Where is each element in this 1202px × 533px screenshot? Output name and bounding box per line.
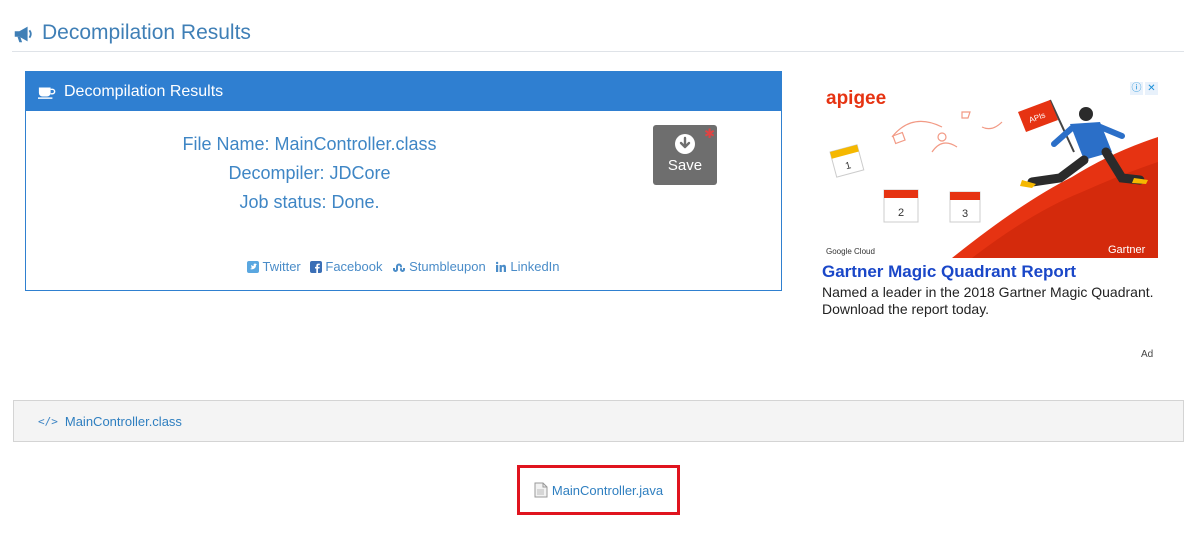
coffee-cup-icon [38,87,56,99]
class-file-link[interactable]: MainController.class [65,414,182,429]
share-twitter-label: Twitter [262,259,301,274]
ad-close-icon[interactable]: ✕ [1145,82,1158,95]
google-cloud-logo: Google Cloud [826,247,875,256]
job-status-text: Job status: Done. [239,192,380,212]
job-info: File Name: MainController.class Decompil… [26,130,593,217]
share-linkedin-link[interactable]: LinkedIn [495,259,560,274]
file-name-text: File Name: MainController.class [182,134,437,154]
calendar-day-3: 3 [962,208,968,220]
share-linkedin-label: LinkedIn [510,259,560,274]
stumbleupon-icon [393,263,406,272]
panel-title: Decompilation Results [64,82,224,100]
share-facebook-label: Facebook [325,259,383,274]
ad-title[interactable]: Gartner Magic Quadrant Report [822,262,1158,282]
share-twitter-link[interactable]: Twitter [247,259,301,274]
ad-description: Named a leader in the 2018 Gartner Magic… [822,284,1154,317]
java-file-link[interactable]: MainController.java [534,482,663,498]
calendar-day-2: 2 [898,207,904,219]
share-links: Twitter Facebook Stumbleupon LinkedIn [26,259,781,276]
gartner-logo: Gartner [1108,244,1146,256]
java-file-highlight: MainController.java [517,465,680,515]
share-facebook-link[interactable]: Facebook [310,259,382,274]
page-header: Decompilation Results [12,18,1184,52]
save-label: Save [667,157,703,174]
code-icon: </> [38,414,58,428]
page-title: Decompilation Results [42,21,251,44]
share-stumbleupon-link[interactable]: Stumbleupon [392,259,486,274]
save-button[interactable]: ✱ Save [653,125,717,185]
download-circle-icon [675,134,695,154]
results-panel: Decompilation Results File Name: MainCon… [25,71,782,291]
file-icon [534,482,548,498]
ad-label: Ad [1141,349,1154,360]
advertisement[interactable]: 1 2 3 APIs apigee Google Cloud Gartner ⓘ… [822,82,1158,318]
facebook-icon [310,260,323,273]
new-badge-icon: ✱ [704,126,715,141]
ad-choices[interactable]: ⓘ ✕ [1130,82,1158,95]
calendar-icons: 1 2 3 [829,144,981,223]
panel-heading: Decompilation Results [26,72,781,111]
share-stumbleupon-label: Stumbleupon [409,259,486,274]
decompiler-text: Decompiler: JDCore [228,163,391,183]
ad-banner-image[interactable]: 1 2 3 APIs apigee Google Cloud Gartner ⓘ… [822,82,1158,258]
class-file-tab[interactable]: </> MainController.class [13,400,1184,442]
java-file-label: MainController.java [551,482,664,498]
flag-icon: APIs [1018,99,1075,153]
twitter-icon [247,260,260,273]
ad-illustration: 1 2 3 APIs apigee Google Cloud Gartner [826,88,1158,258]
linkedin-icon [496,261,507,272]
ad-brand-logo: apigee [826,88,886,109]
megaphone-icon [14,26,32,43]
ad-info-icon[interactable]: ⓘ [1130,82,1143,95]
